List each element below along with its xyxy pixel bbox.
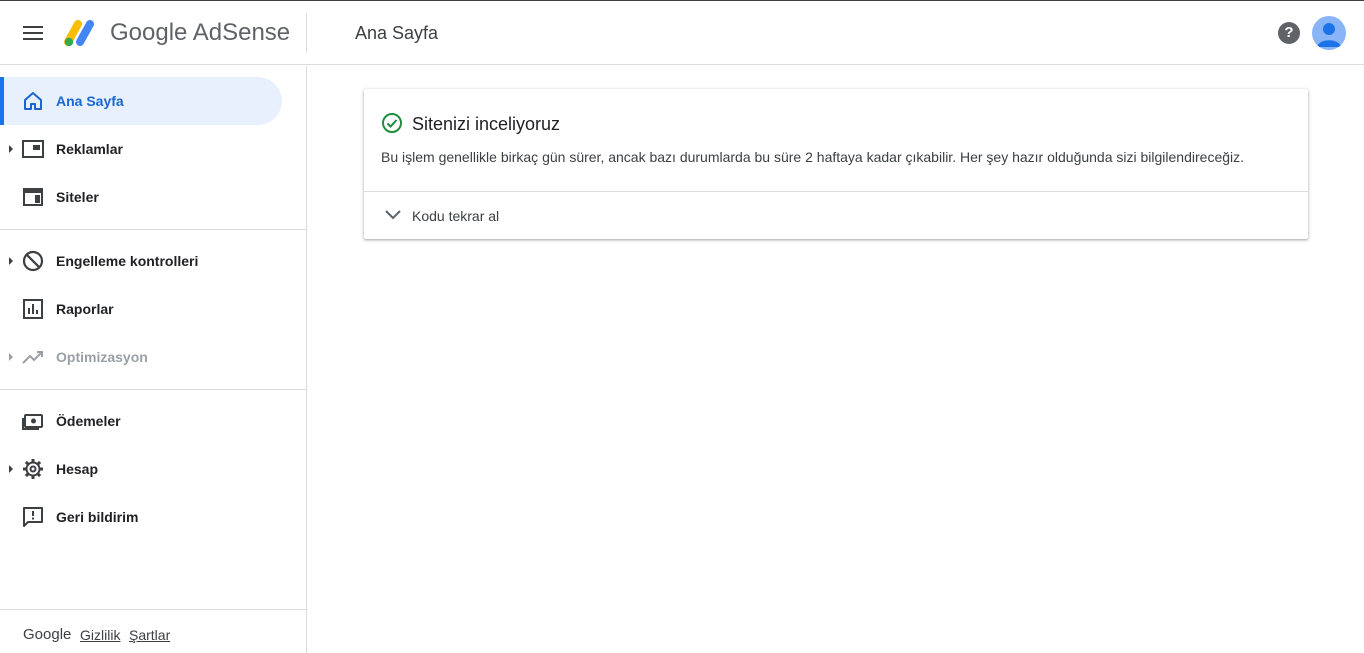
nav-item-label: Siteler [56,189,99,205]
menu-icon-bar [23,38,43,40]
expander-label: Kodu tekrar al [412,208,500,224]
menu-icon-bar [23,32,43,34]
site-review-card: Sitenizi inceliyoruz Bu işlem genellikle… [364,89,1308,239]
nav-item-reports[interactable]: Raporlar [0,285,282,333]
chevron-down-icon [385,210,401,220]
expand-caret-icon[interactable] [9,257,13,265]
expand-caret-icon[interactable] [9,353,13,361]
nav-item-label: Hesap [56,461,99,477]
card-title: Sitenizi inceliyoruz [412,114,561,134]
reports-icon [23,299,43,319]
nav-divider [0,389,306,390]
payments-icon [22,414,43,430]
brand-google: Google [110,19,188,46]
main-menu-button[interactable] [14,14,52,52]
expand-caret-icon[interactable] [9,465,13,473]
nav-item-home[interactable]: Ana Sayfa [0,77,282,125]
block-icon [22,250,44,272]
product-name[interactable]: Google AdSense [110,16,290,50]
nav-item-ads[interactable]: Reklamlar [0,125,282,173]
gear-icon [23,459,43,479]
page-title: Ana Sayfa [355,23,439,43]
nav-item-feedback[interactable]: Geri bildirim [0,493,282,541]
nav-item-blocking-controls[interactable]: Engelleme kontrolleri [0,237,282,285]
top-app-bar: Google AdSense Ana Sayfa ? [0,1,1364,65]
check-circle-icon [382,113,402,133]
get-code-again-expander[interactable]: Kodu tekrar al [364,192,1308,239]
nav-item-label: Reklamlar [56,141,123,157]
help-icon[interactable]: ? [1278,22,1300,44]
expand-caret-icon[interactable] [9,145,13,153]
menu-icon-bar [23,26,43,28]
nav-item-payments[interactable]: Ödemeler [0,397,282,445]
home-icon [24,92,42,110]
card-description: Bu işlem genellikle birkaç gün sürer, an… [381,149,1245,165]
ads-icon [22,140,44,158]
sites-icon [23,188,43,206]
side-navigation: Ana Sayfa Reklamlar Siteler Engelleme ko… [0,66,307,653]
nav-item-label: Optimizasyon [56,349,148,365]
account-avatar[interactable] [1312,16,1346,50]
nav-item-account[interactable]: Hesap [0,445,282,493]
feedback-icon [23,507,43,527]
nav-item-label: Geri bildirim [56,509,139,525]
nav-item-label: Ana Sayfa [56,93,124,109]
nav-item-label: Engelleme kontrolleri [56,253,199,269]
nav-item-optimization[interactable]: Optimizasyon [0,333,282,381]
terms-link[interactable]: Şartlar [129,627,170,643]
adsense-logo-icon [64,20,94,47]
nav-item-sites[interactable]: Siteler [0,173,282,221]
header-divider [306,13,307,53]
nav-divider [0,229,306,230]
nav-item-label: Raporlar [56,301,114,317]
privacy-link[interactable]: Gizlilik [80,627,120,643]
nav-item-label: Ödemeler [56,413,121,429]
brand-product: AdSense [192,19,291,46]
trending-up-icon [22,351,43,364]
footer-brand: Google [23,626,72,643]
nav-footer: Google Gizlilik Şartlar [0,609,306,653]
person-icon [1317,23,1341,47]
